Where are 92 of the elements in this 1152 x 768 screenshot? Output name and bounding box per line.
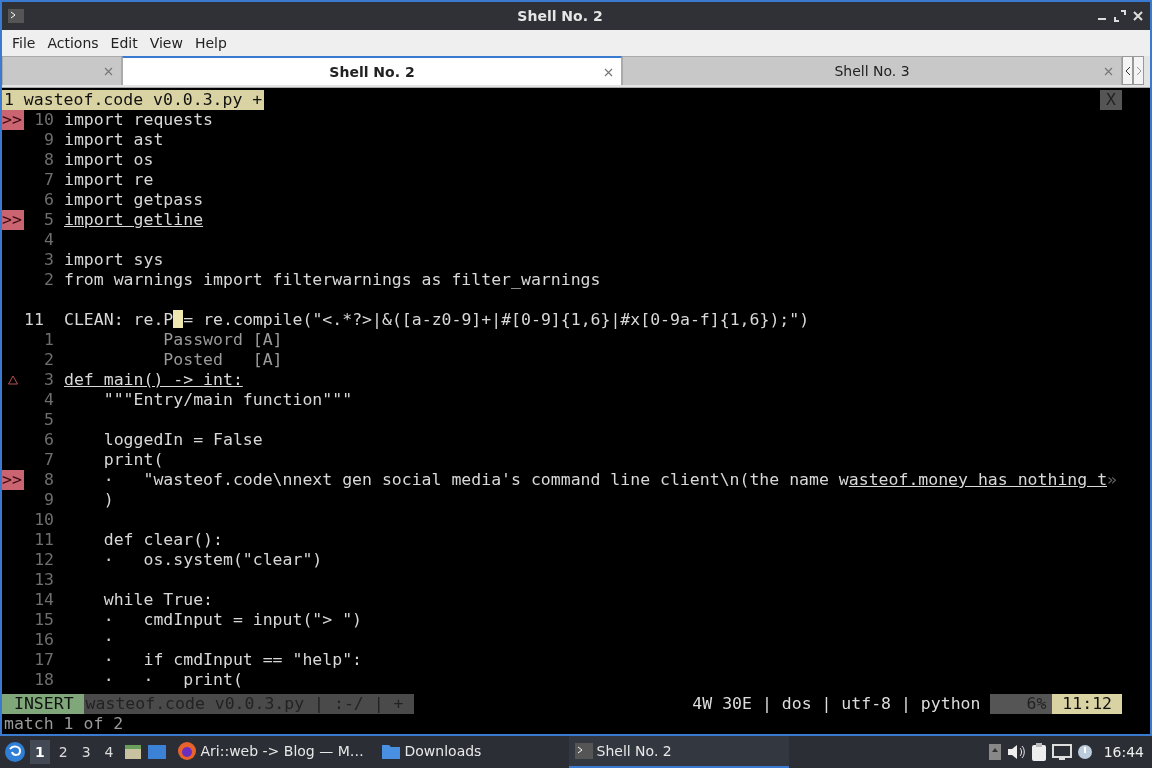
line-number: 6 [43, 430, 54, 450]
line-number: 8 [43, 150, 54, 170]
tab[interactable]: Shell No. 2 [122, 56, 622, 85]
line-number: 14 [33, 590, 54, 610]
code-line: · · print( [102, 670, 243, 690]
code-line: · os.system("clear") [102, 550, 323, 570]
line-number: 11 [33, 530, 54, 550]
code-line: """Entry/main function""" [102, 390, 353, 410]
line-number: 7 [43, 450, 54, 470]
workspace-button[interactable]: 4 [99, 740, 119, 764]
clock: 16:44 [1103, 744, 1144, 760]
menu-item[interactable]: File [6, 35, 42, 51]
line-number: 5 [43, 210, 54, 230]
code-line: import os [64, 150, 154, 170]
line-number: 16 [33, 630, 54, 650]
code-line: · cmdInput = input("> ") [102, 610, 362, 630]
line-number: 1 [43, 330, 54, 350]
error-marker: >> [2, 110, 24, 130]
file-manager-icon[interactable] [122, 742, 143, 762]
menu-item[interactable]: Actions [41, 35, 105, 51]
completion-item[interactable]: Password [A] [64, 330, 283, 350]
error-marker: >> [2, 470, 24, 490]
line-number: 2 [43, 350, 54, 370]
line-number: 9 [43, 490, 54, 510]
workspace-button[interactable]: 1 [30, 740, 50, 764]
line-number: 3 [43, 370, 54, 390]
menu-item[interactable]: Help [188, 35, 233, 51]
line-number: 6 [43, 190, 54, 210]
code-line: · "wasteof.code\nnext gen social media's command line client\n(the name wasteof.money has nothing t» [102, 470, 1117, 490]
close-icon[interactable] [604, 68, 613, 77]
line-number: 12 [33, 550, 54, 570]
browser-icon [176, 741, 197, 761]
maximize-icon[interactable] [1114, 10, 1126, 22]
mode-indicator: INSERT [2, 694, 84, 714]
taskbar-item[interactable]: Shell No. 2 [568, 736, 789, 768]
message-line: match 1 of 2 [3, 714, 125, 734]
line-number: 4 [43, 230, 54, 250]
code-line: import re [64, 170, 154, 190]
code-line: ) [102, 490, 114, 510]
terminal-icon [574, 743, 593, 759]
window-icon[interactable] [146, 743, 167, 761]
line-number: 15 [33, 610, 54, 630]
line-number: 9 [43, 130, 54, 150]
line-number: 5 [43, 410, 54, 430]
speaker-icon[interactable] [1005, 743, 1026, 761]
buffer-tab[interactable]: 1 wasteof.code v0.0.3.py + [2, 90, 265, 110]
code-line: from warnings import filterwarnings as filter_warnings [64, 270, 601, 290]
line-number: 18 [33, 670, 54, 690]
code-line: def main() -> int: [64, 370, 243, 390]
code-line: def clear(): [102, 530, 223, 550]
code-line: import sys [64, 250, 164, 270]
code-line: · if cmdInput == "help": [102, 650, 362, 670]
window-title: Shell No. 2 [516, 8, 604, 24]
code-line: CLEAN: re.P = re.compile("<.*?>|&([a-z0-9]+|#[0-9]{1,6}|#x[0-9a-f]{1,6});") [64, 310, 810, 330]
line-number: 10 [33, 510, 54, 530]
workspace-button[interactable]: 3 [76, 740, 96, 764]
tab[interactable]: Shell No. 3 [622, 56, 1122, 85]
taskbar-item[interactable]: Downloads [374, 736, 565, 768]
line-number: 4 [43, 390, 54, 410]
folder-icon [380, 742, 401, 760]
taskbar-item[interactable]: Ari::web -> Blog — M… [170, 736, 371, 768]
menu-item[interactable]: Edit [104, 35, 144, 51]
error-marker: >> [2, 210, 24, 230]
line-number: 13 [33, 570, 54, 590]
line-number: 7 [43, 170, 54, 190]
status-info: 4W 30E | dos | utf-8 | python [692, 694, 982, 714]
line-number: 2 [43, 270, 54, 290]
line-number: 17 [33, 650, 54, 670]
code-line: import getpass [64, 190, 204, 210]
tray-icon[interactable] [987, 743, 1002, 761]
scroll-left-button[interactable] [1122, 56, 1133, 85]
code-line: · [102, 630, 114, 650]
code-line: loggedIn = False [102, 430, 263, 450]
notification-icon[interactable] [1075, 743, 1094, 761]
completion-item[interactable]: Posted [A] [64, 350, 283, 370]
code-line: import requests [64, 110, 213, 130]
line-number: 11 [24, 310, 45, 330]
workspace-button[interactable]: 2 [53, 740, 73, 764]
chevron-left-icon[interactable] [1124, 65, 1131, 76]
menu-item[interactable]: View [143, 35, 189, 51]
network-icon[interactable] [1051, 743, 1072, 761]
start-menu-icon[interactable] [4, 741, 26, 763]
terminal-icon [8, 9, 24, 23]
line-number: 10 [33, 110, 54, 130]
code-line: while True: [102, 590, 213, 610]
clipboard-icon[interactable] [1029, 742, 1048, 762]
status-position: 11:12 [1052, 694, 1122, 714]
code-line: print( [102, 450, 164, 470]
line-number: 8 [43, 470, 54, 490]
code-line: import ast [64, 130, 164, 150]
line-number: 3 [43, 250, 54, 270]
code-line: import getline [64, 210, 204, 230]
